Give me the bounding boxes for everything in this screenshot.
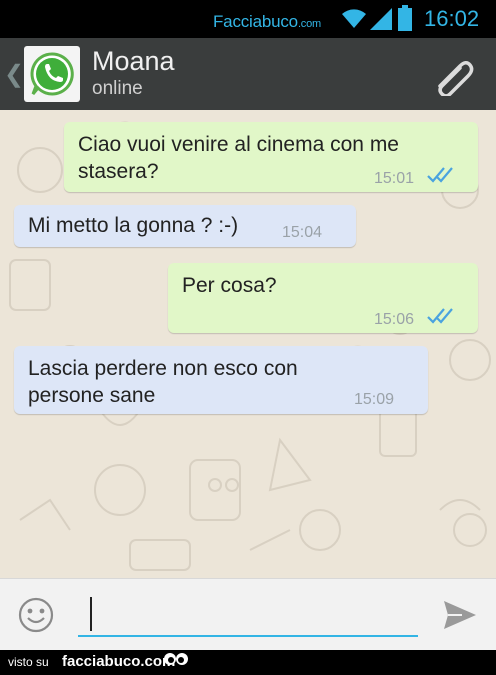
message-time: 15:01 [374,170,415,187]
message-time: 15:04 [282,224,323,241]
contact-name[interactable]: Moana [92,46,175,77]
status-brand: Facciabuco.com [213,12,321,31]
message-bubble-incoming[interactable]: Lascia perdere non esco con persone sane… [14,346,428,414]
message-time: 15:09 [354,391,395,408]
status-bar: Facciabuco.com 16:02 [0,0,496,38]
message-bubble-incoming[interactable]: Mi metto la gonna ? :-) 15:04 [14,205,356,247]
message-text: Mi metto la gonna ? :-) [28,214,239,237]
input-bar [0,578,496,651]
signal-icon [370,8,392,30]
text-caret [90,597,92,631]
whatsapp-logo-icon [30,52,74,96]
footer-watermark: visto su facciabuco.com [0,650,496,675]
double-check-icon [427,308,453,324]
chat-header: ❮ Moana online [0,38,496,110]
message-bubble-outgoing[interactable]: Ciao vuoi venire al cinema con me staser… [64,122,478,192]
back-chevron-icon[interactable]: ❮ [4,60,24,89]
wifi-icon [342,9,366,28]
message-time: 15:06 [374,311,415,328]
footer-visto-label: visto su [8,655,49,669]
smiley-icon[interactable] [18,597,54,633]
message-text: Lascia perdere non esco con [28,357,298,380]
avatar[interactable] [24,46,80,102]
message-text: persone sane [28,384,156,407]
status-time: 16:02 [424,6,480,31]
message-text: Ciao vuoi venire al cinema con me [78,133,399,156]
chat-area[interactable]: Ciao vuoi venire al cinema con me staser… [0,110,496,578]
message-text: stasera? [78,160,159,183]
contact-status: online [92,78,143,99]
message-text: Per cosa? [182,274,277,297]
double-check-icon [427,167,453,183]
send-icon[interactable] [442,599,478,631]
footer-site: facciabuco.com [62,653,176,670]
paperclip-icon[interactable] [432,56,476,96]
eyes-logo-icon [164,653,188,665]
battery-icon [398,5,412,31]
message-input[interactable] [78,593,418,637]
message-bubble-outgoing[interactable]: Per cosa? 15:06 [168,263,478,333]
